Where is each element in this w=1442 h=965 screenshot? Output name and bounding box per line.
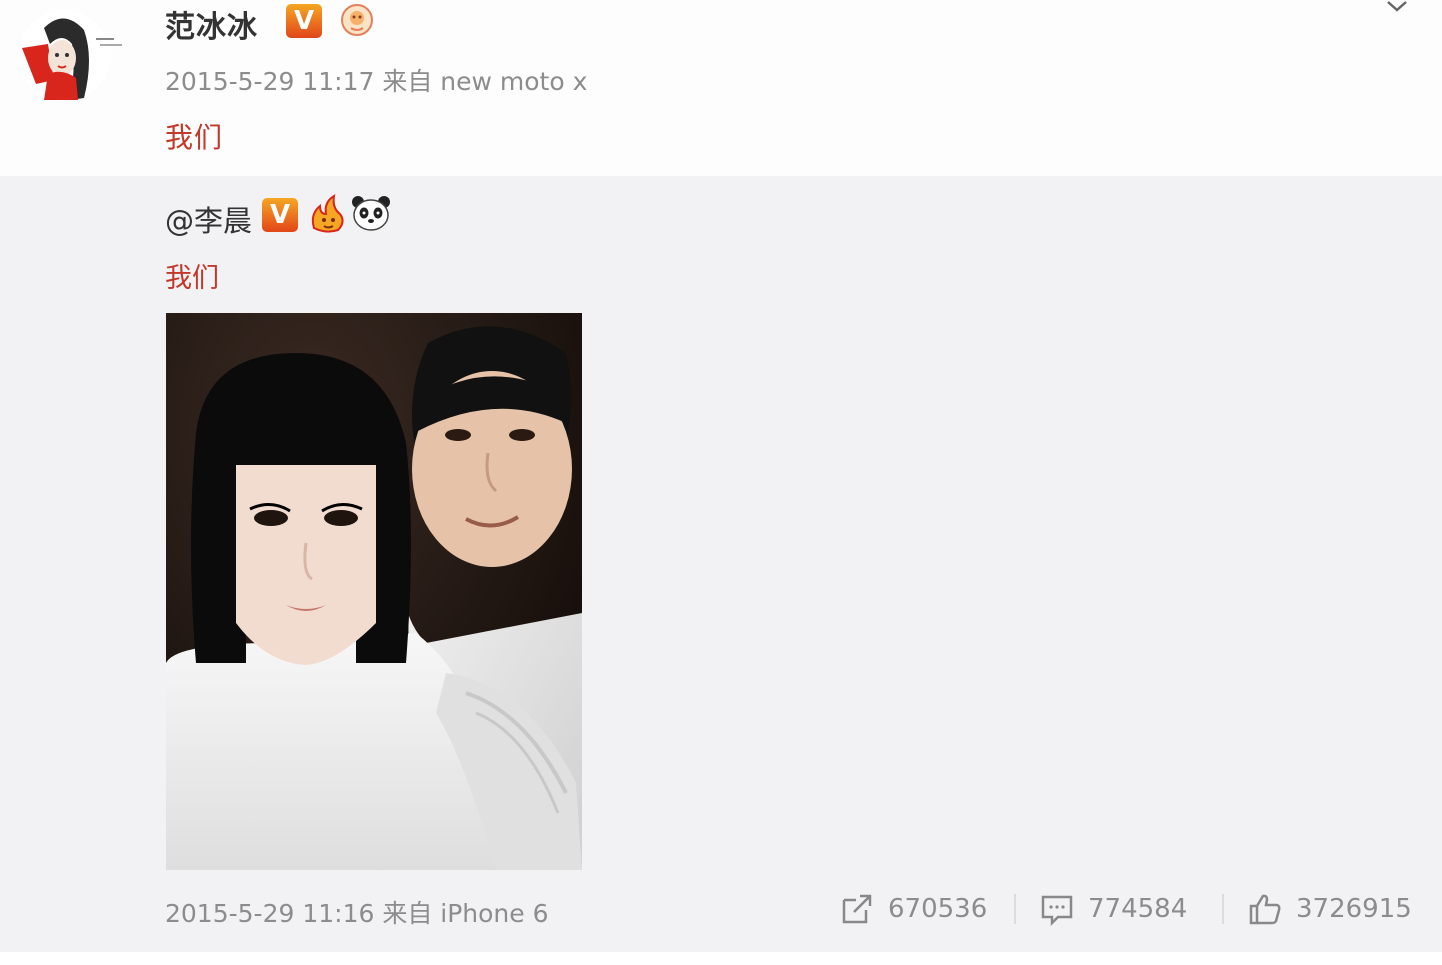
panda-emoji-icon — [350, 194, 392, 232]
avatar-illustration-icon — [18, 10, 122, 102]
repost-block: @李晨 V 我们 2015-5-29 11:16 来自 iPhone 6 670… — [0, 176, 1442, 952]
comment-count: 774584 — [1088, 894, 1188, 924]
share-button[interactable]: 670536 — [840, 892, 987, 926]
post-text: 我们 — [165, 121, 224, 154]
share-count: 670536 — [888, 894, 988, 924]
share-icon — [842, 894, 872, 924]
chevron-down-icon[interactable] — [1382, 0, 1412, 14]
vip-badge-icon — [340, 2, 374, 38]
like-button[interactable]: 3726915 — [1248, 892, 1412, 926]
author-avatar[interactable] — [14, 8, 126, 104]
comment-icon — [1041, 895, 1073, 926]
post-header: 范冰冰 V 2015-5-29 11:17 来自 new moto x 我们 — [0, 0, 1442, 176]
comment-button[interactable]: 774584 — [1040, 892, 1187, 926]
weibo-post: 范冰冰 V 2015-5-29 11:17 来自 new moto x 我们 @… — [0, 0, 1442, 965]
author-name[interactable]: 范冰冰 — [165, 2, 258, 46]
post-timestamp[interactable]: 2015-5-29 11:17 来自 new moto x — [165, 62, 587, 98]
like-icon — [1249, 894, 1281, 925]
verified-v-icon: V — [262, 198, 298, 232]
action-divider — [1222, 894, 1224, 924]
like-count: 3726915 — [1296, 894, 1412, 924]
post-photo[interactable] — [166, 313, 582, 870]
repost-author[interactable]: @李晨 — [165, 198, 252, 240]
repost-timestamp[interactable]: 2015-5-29 11:16 来自 iPhone 6 — [165, 894, 549, 930]
repost-text: 我们 — [165, 263, 219, 294]
action-divider — [1014, 894, 1016, 924]
verified-v-icon: V — [286, 4, 322, 38]
fire-emoji-icon — [306, 194, 348, 234]
footer-strip — [0, 952, 1442, 965]
